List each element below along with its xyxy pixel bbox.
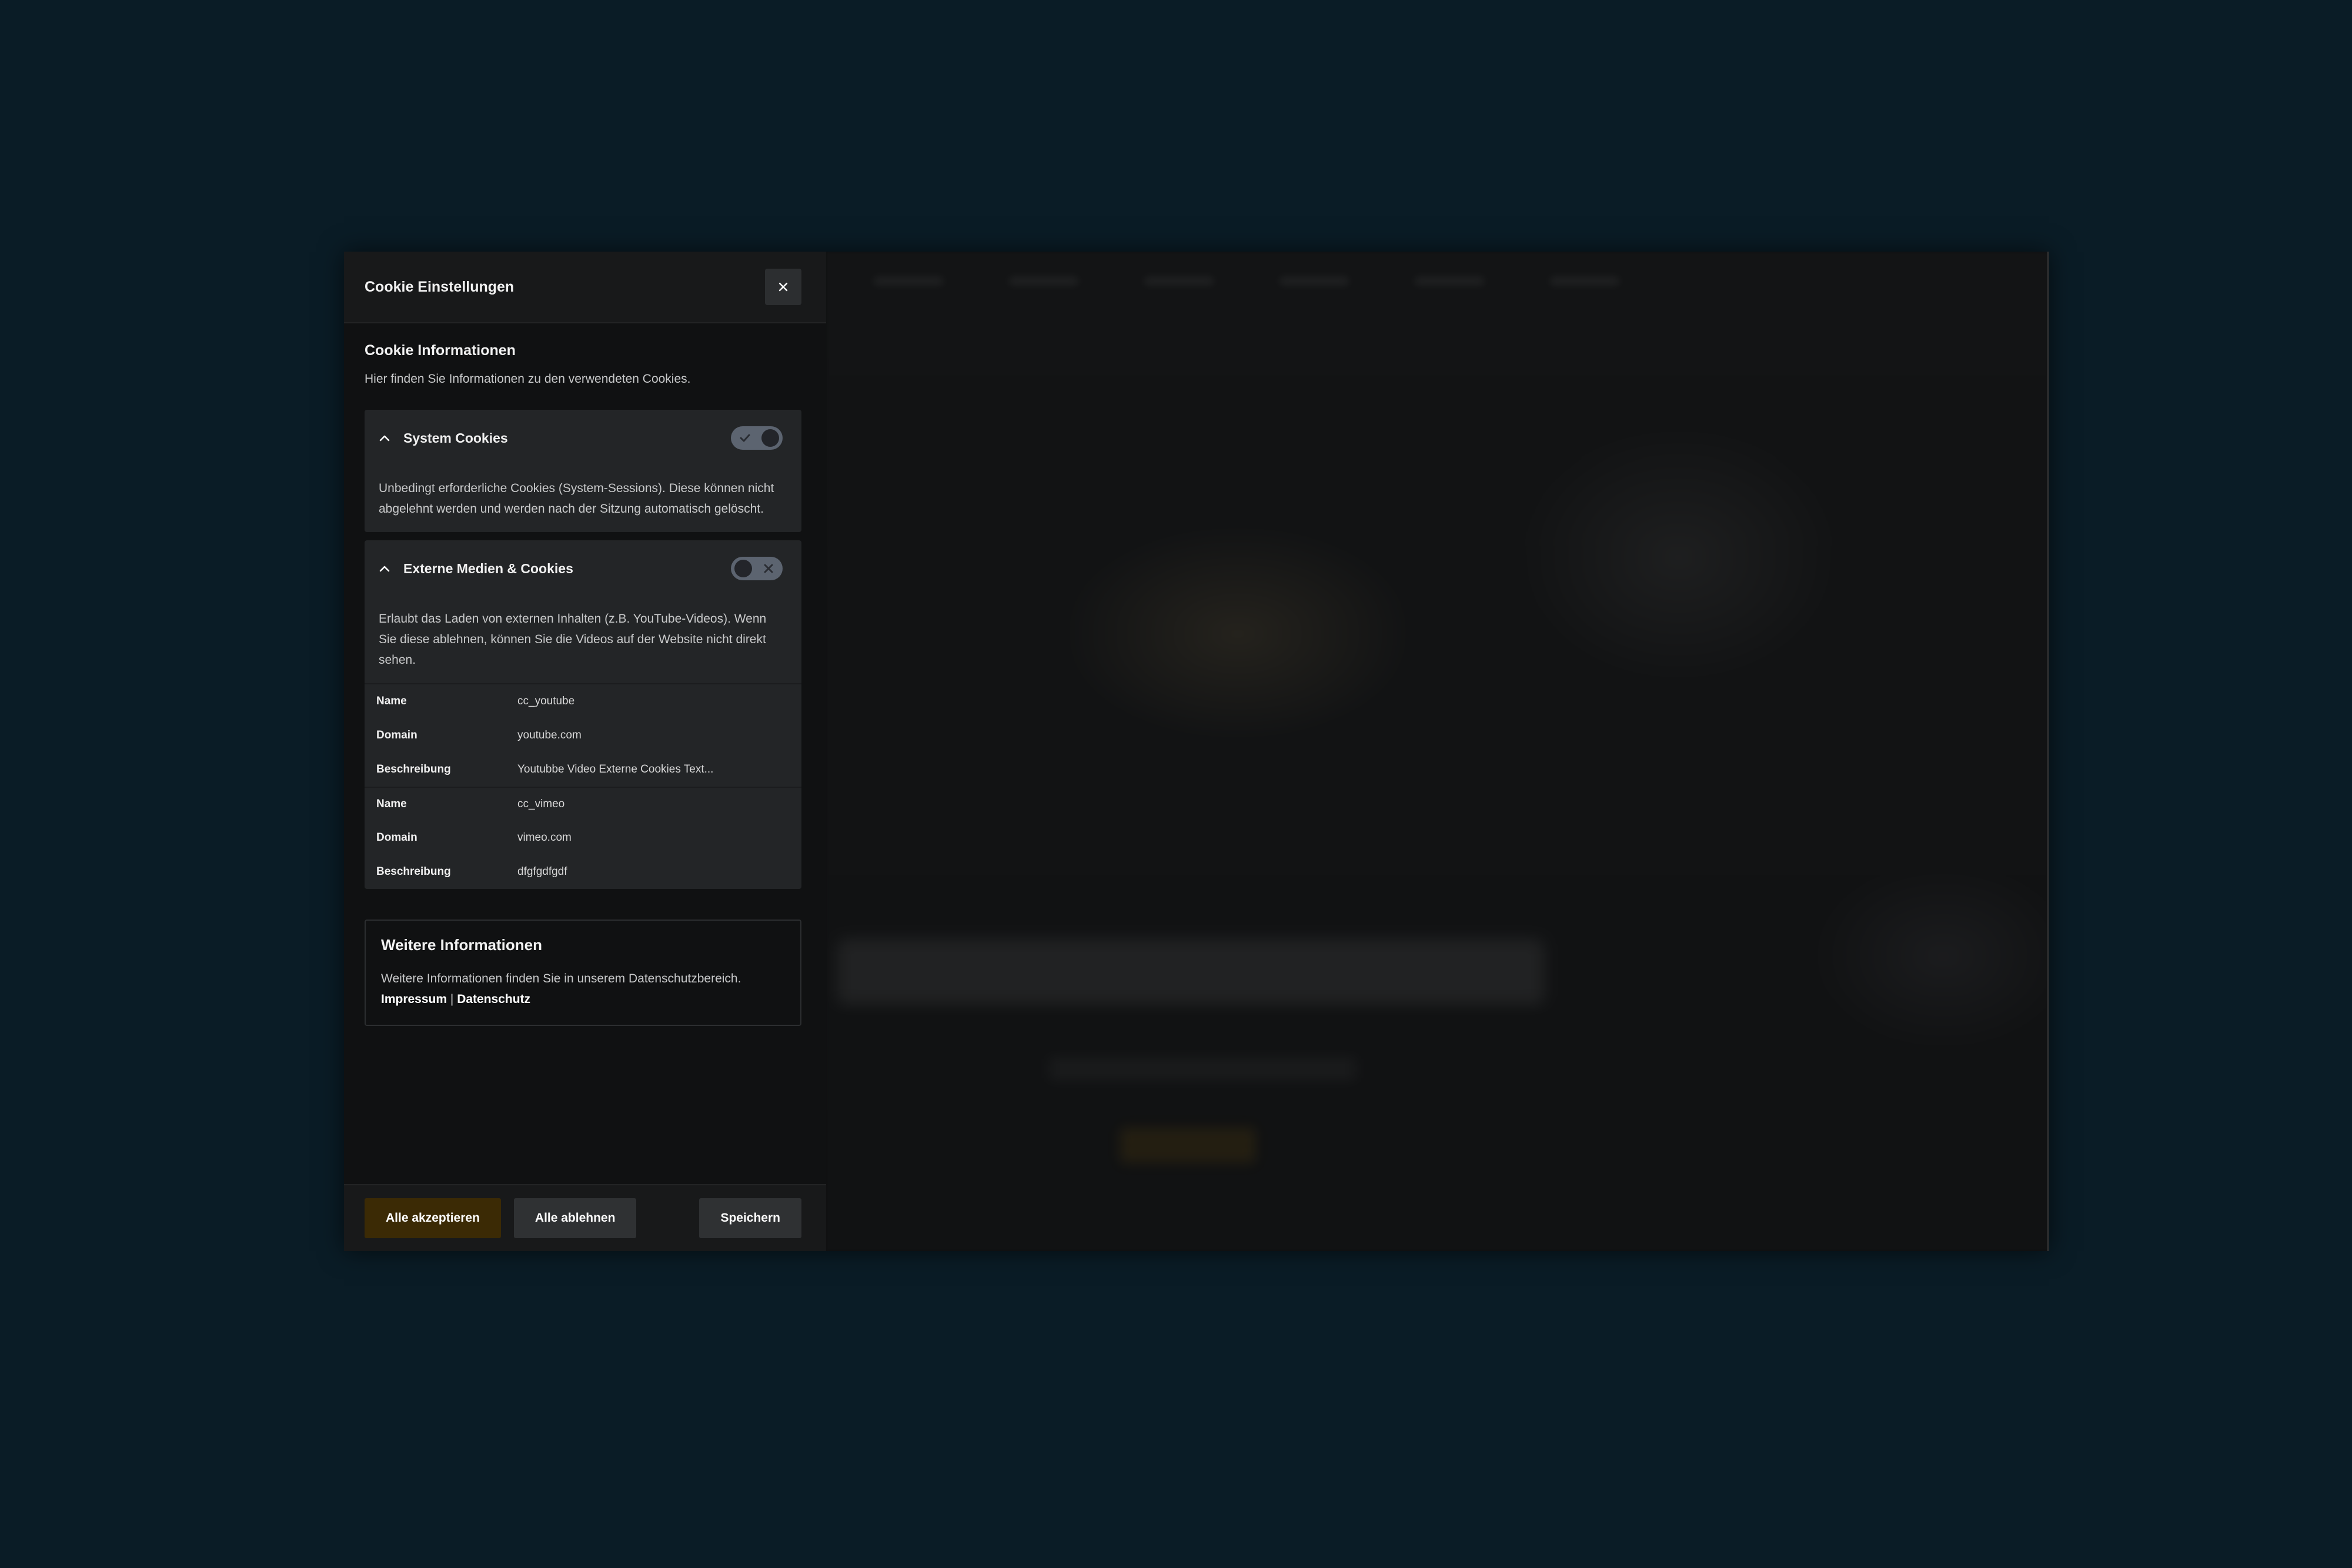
- cookie-value: cc_vimeo: [517, 798, 565, 810]
- panel-title: Cookie Einstellungen: [365, 278, 514, 295]
- blurred-site-nav: [873, 276, 1620, 286]
- x-icon: [764, 564, 773, 573]
- table-row: Beschreibung Youtubbe Video Externe Cook…: [365, 753, 801, 787]
- datenschutz-link[interactable]: Datenschutz: [457, 992, 530, 1006]
- table-row: Domain youtube.com: [365, 718, 801, 753]
- section-system-cookies: System Cookies Unbedingt erforderliche C…: [365, 410, 801, 532]
- screen-edge: [2047, 252, 2049, 1251]
- further-info-body: Weitere Informationen finden Sie in unse…: [381, 972, 741, 985]
- chevron-up-icon: [379, 435, 390, 442]
- impressum-link[interactable]: Impressum: [381, 992, 447, 1006]
- reject-all-button[interactable]: Alle ablehnen: [513, 1198, 637, 1238]
- blurred-hero-subtitle: [1050, 1057, 1355, 1081]
- cookie-key: Domain: [376, 831, 417, 844]
- section-system-cookies-header[interactable]: System Cookies: [365, 410, 801, 466]
- chevron-up-icon: [379, 566, 390, 572]
- table-row: Beschreibung dfgfgdfgdf: [365, 855, 801, 889]
- panel-footer: Alle akzeptieren Alle ablehnen Speichern: [344, 1184, 826, 1251]
- cookie-key: Beschreibung: [376, 865, 451, 878]
- accept-all-button[interactable]: Alle akzeptieren: [365, 1198, 501, 1238]
- cookie-key: Name: [376, 798, 407, 810]
- panel-body: Cookie Informationen Hier finden Sie Inf…: [344, 323, 826, 1184]
- cookie-value: youtube.com: [517, 729, 582, 741]
- cookie-key: Domain: [376, 729, 417, 741]
- cookie-key: Beschreibung: [376, 763, 451, 775]
- section-external-media-header[interactable]: Externe Medien & Cookies: [365, 540, 801, 597]
- toggle-knob: [761, 429, 779, 447]
- cookie-key: Name: [376, 695, 407, 707]
- table-row: Domain vimeo.com: [365, 821, 801, 855]
- table-row: Name cc_youtube: [365, 684, 801, 718]
- close-icon: [779, 282, 788, 292]
- cookie-table: Name cc_youtube Domain youtube.com Besch…: [365, 683, 801, 889]
- cookie-settings-panel: Cookie Einstellungen Cookie Informatione…: [344, 252, 826, 1251]
- cookie-info-heading: Cookie Informationen: [365, 342, 516, 359]
- section-title: System Cookies: [403, 430, 508, 446]
- save-button[interactable]: Speichern: [699, 1198, 801, 1238]
- section-description: Unbedingt erforderliche Cookies (System-…: [379, 482, 774, 516]
- cookie-value: dfgfgdfgdf: [517, 865, 567, 878]
- section-title: Externe Medien & Cookies: [403, 560, 573, 576]
- further-info-heading: Weitere Informationen: [381, 936, 543, 954]
- toggle-knob: [734, 560, 752, 577]
- blurred-website-background: [826, 252, 2049, 1251]
- panel-header: Cookie Einstellungen: [344, 252, 826, 323]
- table-row: Name cc_vimeo: [365, 787, 801, 821]
- check-icon: [740, 434, 750, 442]
- browser-screen: Cookie Einstellungen Cookie Informatione…: [344, 252, 2049, 1251]
- cookie-value: cc_youtube: [517, 695, 575, 707]
- system-cookies-toggle[interactable]: [731, 426, 783, 450]
- section-external-media: Externe Medien & Cookies Erlaubt das Lad…: [365, 540, 801, 889]
- blurred-hero-title: [838, 940, 1544, 1004]
- blurred-hero-cta: [1120, 1128, 1255, 1163]
- further-info-box: Weitere Informationen Weitere Informatio…: [365, 920, 801, 1026]
- further-info-text: Weitere Informationen finden Sie in unse…: [381, 968, 785, 1009]
- link-separator: |: [450, 992, 454, 1006]
- cookie-value: vimeo.com: [517, 831, 572, 844]
- section-description: Erlaubt das Laden von externen Inhalten …: [379, 612, 767, 667]
- close-button[interactable]: [765, 269, 801, 305]
- cookie-info-text: Hier finden Sie Informationen zu den ver…: [365, 372, 691, 386]
- external-media-toggle[interactable]: [731, 557, 783, 580]
- cookie-value: Youtubbe Video Externe Cookies Text...: [517, 763, 714, 775]
